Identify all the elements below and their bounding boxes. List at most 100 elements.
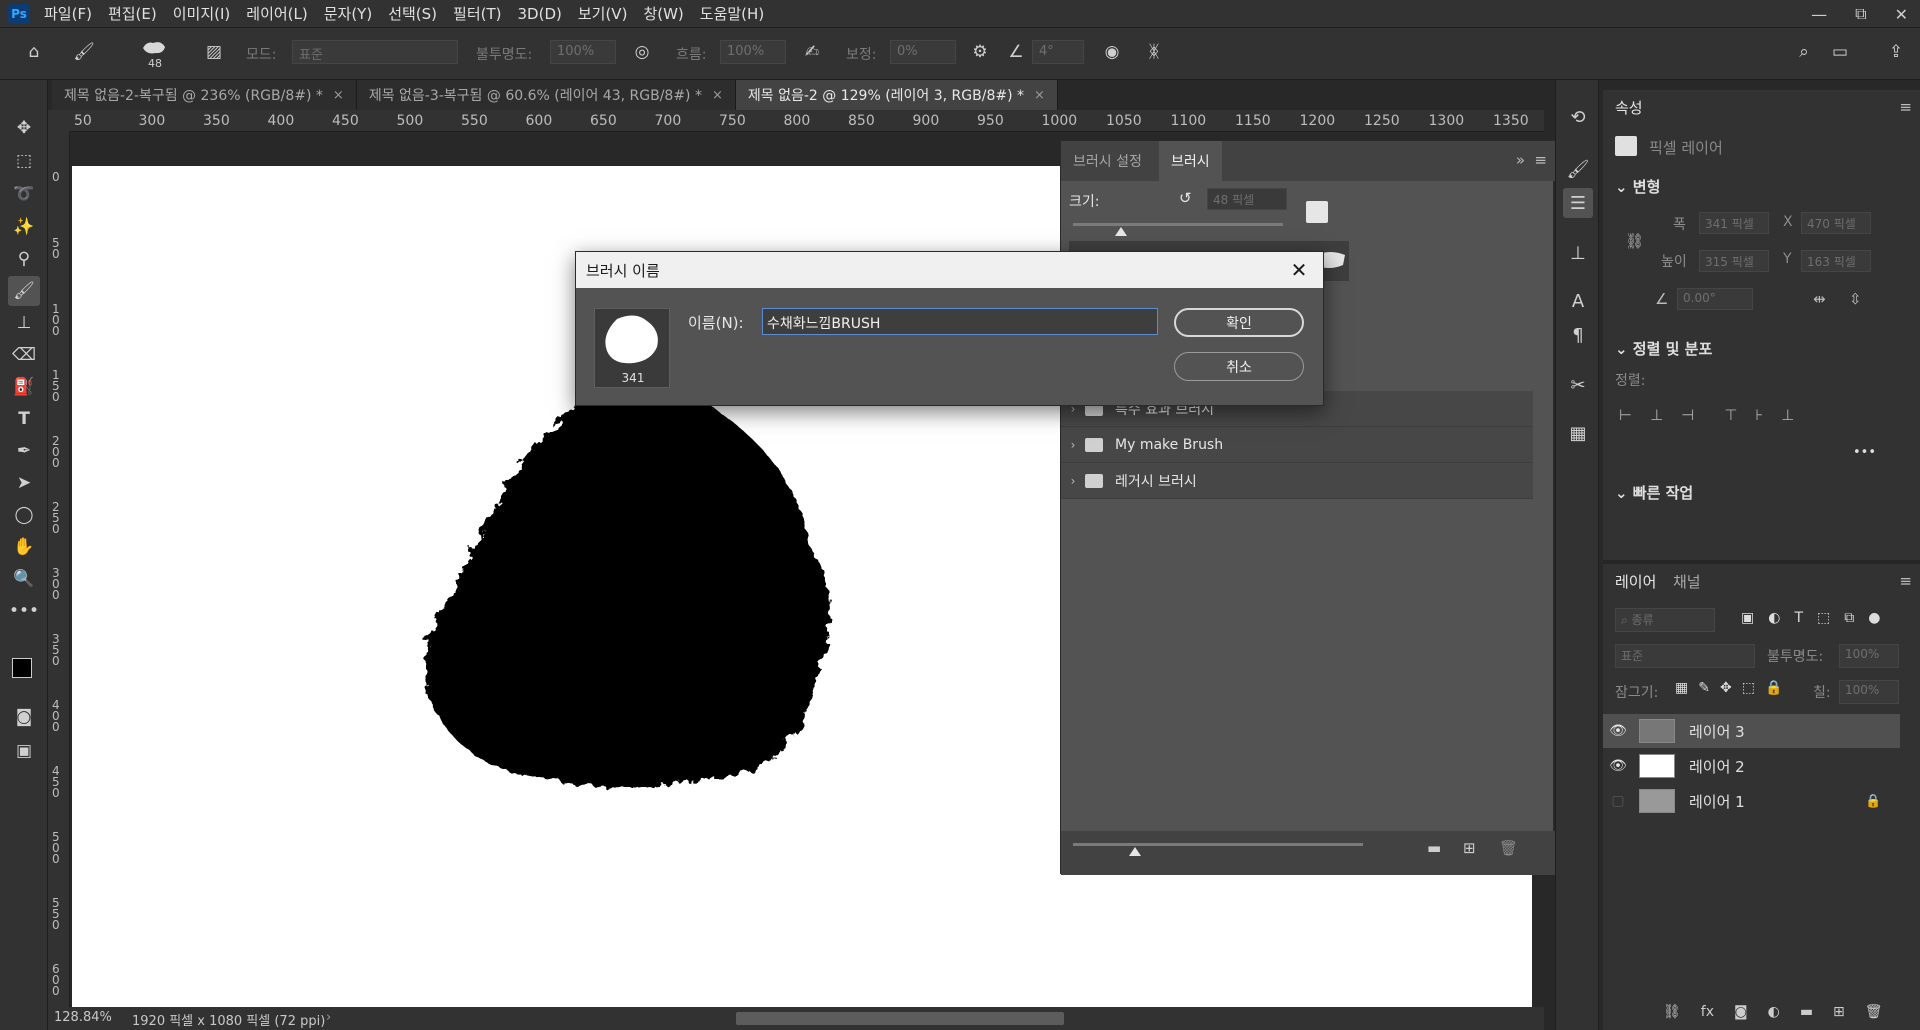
width-field[interactable]: 341 픽셀 — [1699, 212, 1769, 234]
tab-brush-settings[interactable]: 브러시 설정 — [1073, 141, 1142, 181]
lasso-tool-icon[interactable]: ➰ — [8, 179, 40, 209]
align-vcenter-icon[interactable]: ⊦ — [1755, 406, 1763, 424]
tab-document-1[interactable]: 제목 없음-2-복구됨 @ 236% (RGB/8#) * × — [52, 80, 357, 110]
filter-smart-object-icon[interactable]: ⧉ — [1844, 610, 1854, 626]
y-field[interactable]: 163 픽셀 — [1801, 250, 1871, 272]
new-brush-icon[interactable]: ⊞ — [1463, 839, 1476, 857]
hand-tool-icon[interactable]: ✋ — [8, 532, 40, 562]
foreground-color-swatch[interactable] — [12, 658, 32, 678]
align-section-title[interactable]: ⌄ 정렬 및 분포 — [1615, 338, 1712, 359]
restore-button[interactable]: ⧉ — [1855, 4, 1866, 24]
new-layer-icon[interactable]: ⊞ — [1833, 1004, 1845, 1020]
angle-field[interactable]: 4° — [1032, 40, 1084, 64]
height-field[interactable]: 315 픽셀 — [1699, 250, 1769, 272]
filter-type-icon[interactable]: T — [1794, 610, 1803, 626]
brush-folder-legacy[interactable]: › 레거시 브러시 — [1061, 463, 1533, 499]
menu-edit[interactable]: 편집(E) — [100, 3, 165, 24]
brush-folder-my-make-brush[interactable]: › My make Brush — [1061, 427, 1533, 463]
smoothing-field[interactable]: 0% — [890, 40, 956, 64]
share-icon[interactable]: ⇪ — [1882, 38, 1910, 66]
transform-section-title[interactable]: ⌄ 변형 — [1615, 176, 1660, 197]
workspace-icon[interactable]: ▭ — [1826, 38, 1854, 66]
tab-document-2[interactable]: 제목 없음-3-복구됨 @ 60.6% (레이어 43, RGB/8#) * × — [356, 80, 736, 110]
layer-row[interactable]: ▢ 레이어 1 🔒 — [1603, 784, 1900, 818]
symmetry-butterfly-icon[interactable]: ᛤ — [1140, 38, 1168, 66]
collapse-panel-icon[interactable]: » — [1516, 151, 1525, 169]
menu-type[interactable]: 문자(Y) — [316, 3, 380, 24]
tab-properties[interactable]: 속성 — [1615, 90, 1643, 124]
layer-opacity-field[interactable]: 100% — [1839, 644, 1899, 668]
tab-channels[interactable]: 채널 — [1673, 564, 1701, 598]
paint-bucket-icon[interactable]: ⛽ — [8, 372, 40, 402]
link-icon[interactable]: ⛓ — [1625, 232, 1644, 250]
flow-field[interactable]: 100% — [720, 40, 786, 64]
size-slider-track[interactable] — [1073, 223, 1283, 226]
menu-image[interactable]: 이미지(I) — [165, 3, 239, 24]
pressure-size-icon[interactable]: ◉ — [1098, 38, 1126, 66]
filter-pixel-icon[interactable]: ▣ — [1741, 610, 1754, 626]
menu-filter[interactable]: 필터(T) — [445, 3, 509, 24]
mode-select[interactable]: 표준 — [292, 40, 458, 64]
brush-size-field[interactable]: 48 픽셀 — [1207, 188, 1287, 210]
minimize-button[interactable]: — — [1811, 5, 1827, 24]
magic-wand-icon[interactable]: ✨ — [8, 212, 40, 242]
opacity-field[interactable]: 100% — [550, 40, 616, 64]
tab-document-3[interactable]: 제목 없음-2 @ 129% (레이어 3, RGB/8#) * × — [735, 80, 1058, 110]
layer-filter-select[interactable]: ⌕ 종류 — [1615, 608, 1715, 632]
new-group-icon[interactable]: ▬ — [1800, 1004, 1813, 1020]
menu-layer[interactable]: 레이어(L) — [238, 3, 315, 24]
type-tool-icon[interactable]: T — [8, 404, 40, 434]
horizontal-scrollbar[interactable] — [736, 1012, 1064, 1025]
airbrush-icon[interactable]: ✍ — [798, 38, 826, 66]
lock-image-icon[interactable]: ✎ — [1698, 680, 1710, 696]
quick-actions-section-title[interactable]: ⌄ 빠른 작업 — [1615, 482, 1693, 503]
layer-row[interactable]: 👁 레이어 3 — [1603, 714, 1900, 748]
align-hcenter-icon[interactable]: ⊥ — [1650, 406, 1663, 424]
layer-row[interactable]: 👁 레이어 2 — [1603, 749, 1900, 783]
marquee-tool-icon[interactable]: ⬚ — [8, 146, 40, 176]
thumbnail-size-slider[interactable] — [1073, 843, 1363, 846]
more-options-icon[interactable]: ••• — [1853, 445, 1876, 460]
thumbnail-size-handle[interactable] — [1129, 847, 1141, 856]
cancel-button[interactable]: 취소 — [1174, 352, 1304, 381]
close-tab-icon[interactable]: × — [1034, 88, 1045, 103]
search-icon[interactable]: ⌕ — [1790, 38, 1818, 66]
flip-vertical-icon[interactable]: ⇳ — [1849, 290, 1862, 308]
eraser-tool-icon[interactable]: ⌫ — [8, 340, 40, 370]
link-layers-icon[interactable]: ⛓ — [1663, 1004, 1681, 1020]
lock-transparent-icon[interactable]: ▦ — [1675, 680, 1688, 696]
pen-tool-icon[interactable]: ✒ — [8, 436, 40, 466]
size-slider-handle[interactable] — [1115, 227, 1127, 236]
menu-select[interactable]: 선택(S) — [380, 3, 445, 24]
stamp-tool-icon[interactable]: ⊥ — [8, 308, 40, 338]
brush-settings-icon[interactable]: 🖌 — [1563, 154, 1593, 184]
brush-tool-preset-icon[interactable]: 🖌 — [70, 38, 98, 66]
brush-name-input[interactable]: 수채화느낌BRUSH — [762, 308, 1158, 335]
menu-help[interactable]: 도움말(H) — [692, 3, 772, 24]
align-top-icon[interactable]: ⊤ — [1724, 406, 1737, 424]
filter-shape-icon[interactable]: ⬚ — [1817, 610, 1830, 626]
new-group-folder-icon[interactable]: ▬ — [1427, 839, 1441, 857]
libraries-icon[interactable]: ▦ — [1563, 418, 1593, 448]
rotation-field[interactable]: 0.00° — [1677, 288, 1753, 310]
eye-icon[interactable]: 👁 — [1603, 723, 1633, 739]
close-icon[interactable]: ✕ — [1285, 256, 1313, 284]
zoom-readout[interactable]: 128.84% — [54, 1010, 112, 1025]
filter-adjustment-icon[interactable]: ◐ — [1768, 610, 1780, 626]
screen-mode-icon[interactable]: ▣ — [8, 736, 40, 766]
brush-settings-toggle-icon[interactable]: ▨ — [200, 38, 228, 66]
lock-all-icon[interactable]: 🔒 — [1765, 680, 1782, 696]
character-icon[interactable]: A — [1563, 286, 1593, 316]
adjustment-layer-icon[interactable]: ◐ — [1768, 1004, 1780, 1020]
lock-position-icon[interactable]: ✥ — [1720, 680, 1732, 696]
menu-view[interactable]: 보기(V) — [570, 3, 636, 24]
move-tool-icon[interactable]: ✥ — [8, 113, 40, 143]
trash-icon[interactable]: 🗑 — [1499, 839, 1518, 857]
eyedropper-icon[interactable]: ⚲ — [8, 244, 40, 274]
quick-mask-icon[interactable]: ◙ — [8, 702, 40, 732]
fill-field[interactable]: 100% — [1839, 680, 1899, 704]
panel-menu-icon[interactable]: ≡ — [1534, 151, 1547, 169]
tab-layers[interactable]: 레이어 — [1615, 564, 1656, 598]
align-left-icon[interactable]: ⊢ — [1619, 406, 1632, 424]
x-field[interactable]: 470 픽셀 — [1801, 212, 1871, 234]
